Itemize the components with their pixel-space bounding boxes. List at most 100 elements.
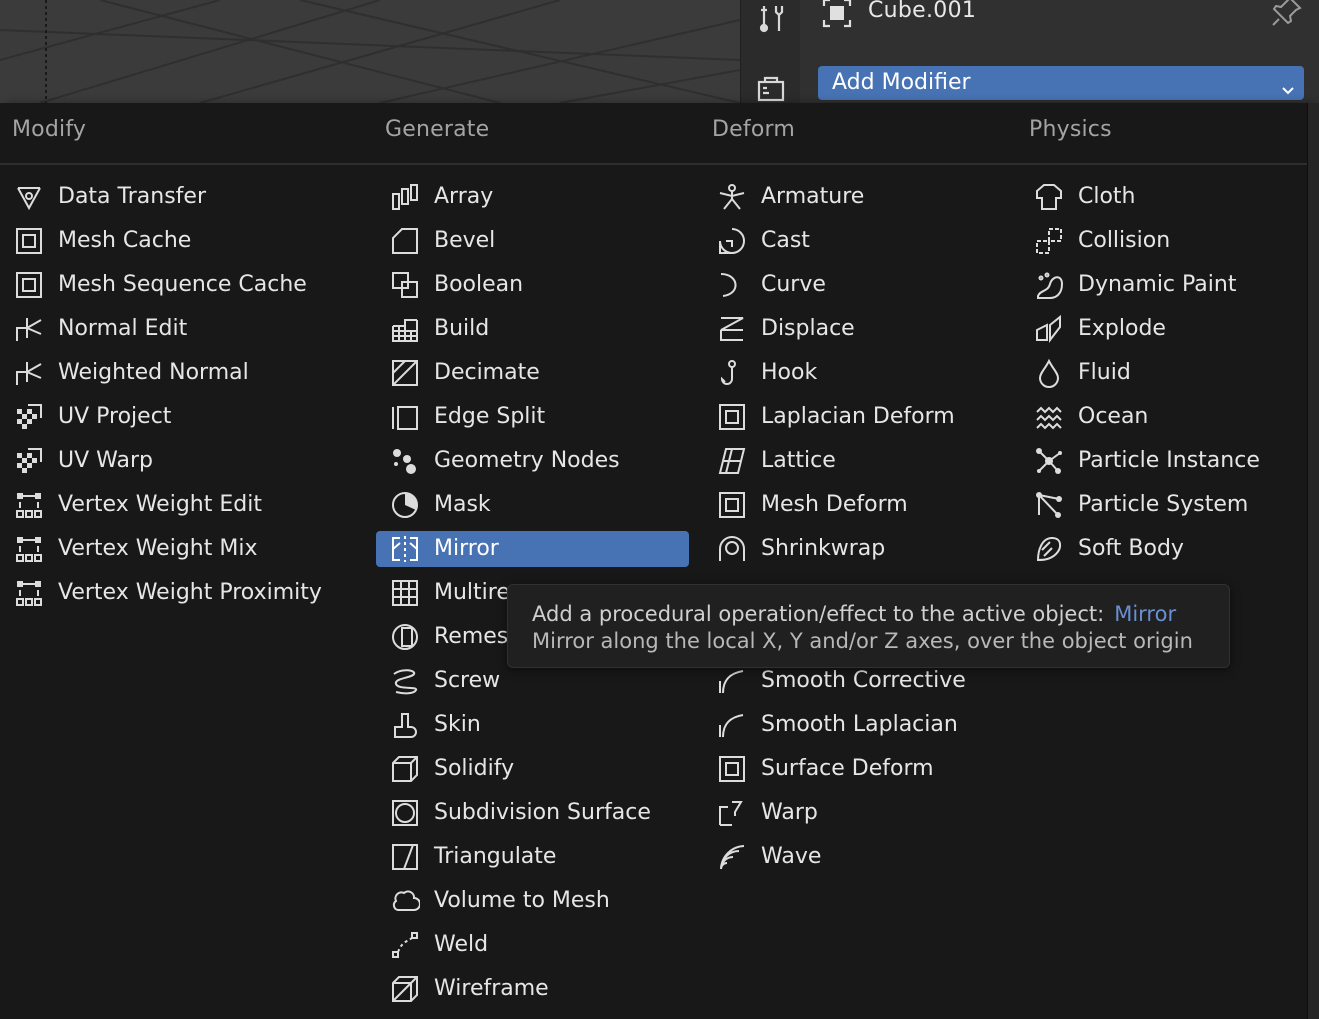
menu-item-warp[interactable]: Warp [703,795,1016,831]
menu-item-label: Wave [761,844,822,869]
menu-item-particle-instance[interactable]: Particle Instance [1020,443,1305,479]
menu-item-label: Particle Instance [1078,448,1260,473]
menu-item-label: Array [434,184,494,209]
menu-item-label: Curve [761,272,826,297]
menu-item-screw[interactable]: Screw [376,663,689,699]
menu-item-boolean[interactable]: Boolean [376,267,689,303]
menu-item-solidify[interactable]: Solidify [376,751,689,787]
menu-item-label: Edge Split [434,404,546,429]
subdivision-surface-icon [390,798,420,828]
menu-item-mesh-sequence-cache[interactable]: Mesh Sequence Cache [0,267,370,303]
menu-item-fluid[interactable]: Fluid [1020,355,1305,391]
add-modifier-menu: Modify Generate Deform Physics Data Tran… [0,103,1308,1019]
volume-to-mesh-icon [390,886,421,916]
weld-icon [390,930,420,960]
menu-item-hook[interactable]: Hook [703,355,1016,391]
menu-item-cast[interactable]: Cast [703,223,1016,259]
add-modifier-dropdown[interactable]: Add Modifier [818,66,1304,100]
particle-instance-icon [1034,446,1064,476]
lattice-icon [717,446,747,476]
menu-item-label: Normal Edit [58,316,188,341]
menu-item-shrinkwrap[interactable]: Shrinkwrap [703,531,1016,567]
menu-item-dynamic-paint[interactable]: Dynamic Paint [1020,267,1305,303]
menu-item-label: Mask [434,492,491,517]
menu-item-label: Ocean [1078,404,1149,429]
menu-item-array[interactable]: Array [376,179,689,215]
menu-item-vertex-weight-proximity[interactable]: Vertex Weight Proximity [0,575,370,611]
menu-item-label: Lattice [761,448,836,473]
object-name: Cube.001 [868,0,977,23]
menu-item-weighted-normal[interactable]: Weighted Normal [0,355,370,391]
edge-split-icon [390,402,420,432]
3d-viewport[interactable] [0,0,740,103]
fluid-icon [1034,358,1064,388]
menu-item-volume-to-mesh[interactable]: Volume to Mesh [376,883,689,919]
menu-item-lattice[interactable]: Lattice [703,443,1016,479]
normal-edit-icon [14,314,44,344]
menu-item-smooth-corrective[interactable]: Smooth Corrective [703,663,1016,699]
menu-item-surface-deform[interactable]: Surface Deform [703,751,1016,787]
menu-item-mesh-cache[interactable]: Mesh Cache [0,223,370,259]
menu-item-skin[interactable]: Skin [376,707,689,743]
cast-icon [717,226,747,256]
menu-item-mesh-deform[interactable]: Mesh Deform [703,487,1016,523]
menu-item-label: Mesh Cache [58,228,192,253]
menu-item-laplacian-deform[interactable]: Laplacian Deform [703,399,1016,435]
menu-item-label: Particle System [1078,492,1249,517]
menu-item-label: Hook [761,360,818,385]
menu-item-ocean[interactable]: Ocean [1020,399,1305,435]
wireframe-icon [390,974,420,1004]
menu-item-weld[interactable]: Weld [376,927,689,963]
menu-item-collision[interactable]: Collision [1020,223,1305,259]
collision-icon [1034,226,1064,256]
menu-item-label: Solidify [434,756,515,781]
menu-item-explode[interactable]: Explode [1020,311,1305,347]
menu-item-armature[interactable]: Armature [703,179,1016,215]
pin-icon[interactable] [1270,0,1304,28]
menu-item-wireframe[interactable]: Wireframe [376,971,689,1007]
menu-item-cloth[interactable]: Cloth [1020,179,1305,215]
menu-item-mask[interactable]: Mask [376,487,689,523]
menu-item-displace[interactable]: Displace [703,311,1016,347]
menu-item-uv-warp[interactable]: UV Warp [0,443,370,479]
menu-item-normal-edit[interactable]: Normal Edit [0,311,370,347]
menu-item-edge-split[interactable]: Edge Split [376,399,689,435]
geometry-nodes-icon [390,446,420,476]
menu-item-decimate[interactable]: Decimate [376,355,689,391]
menu-item-label: Multire [434,580,510,605]
mirror-icon [390,534,420,564]
surface-deform-icon [717,754,747,784]
vertex-weight-edit-icon [14,490,44,520]
menu-item-label: Mesh Deform [761,492,908,517]
tool-settings-icon[interactable] [756,4,786,34]
menu-item-vertex-weight-mix[interactable]: Vertex Weight Mix [0,531,370,567]
menu-item-data-transfer[interactable]: Data Transfer [0,179,370,215]
menu-item-build[interactable]: Build [376,311,689,347]
menu-item-uv-project[interactable]: UV Project [0,399,370,435]
menu-item-soft-body[interactable]: Soft Body [1020,531,1305,567]
object-icon [820,0,854,30]
menu-item-smooth-laplacian[interactable]: Smooth Laplacian [703,707,1016,743]
menu-item-label: Geometry Nodes [434,448,620,473]
shrinkwrap-icon [717,534,747,564]
tooltip-description: Mirror along the local X, Y and/or Z axe… [532,629,1193,653]
uv-warp-icon [14,446,44,476]
menu-item-particle-system[interactable]: Particle System [1020,487,1305,523]
menu-item-mirror[interactable]: Mirror [376,531,689,567]
array-icon [390,182,420,212]
menu-item-wave[interactable]: Wave [703,839,1016,875]
viewport-grid [0,0,740,103]
menu-item-vertex-weight-edit[interactable]: Vertex Weight Edit [0,487,370,523]
mask-icon [390,490,420,520]
menu-item-triangulate[interactable]: Triangulate [376,839,689,875]
render-properties-icon[interactable] [756,74,786,104]
tooltip-text: Add a procedural operation/effect to the… [532,602,1105,626]
menu-item-curve[interactable]: Curve [703,267,1016,303]
menu-item-bevel[interactable]: Bevel [376,223,689,259]
curve-icon [717,270,747,300]
menu-item-label: Shrinkwrap [761,536,886,561]
data-transfer-icon [14,182,44,212]
menu-item-subdivision-surface[interactable]: Subdivision Surface [376,795,689,831]
laplacian-deform-icon [717,402,747,432]
menu-item-geometry-nodes[interactable]: Geometry Nodes [376,443,689,479]
